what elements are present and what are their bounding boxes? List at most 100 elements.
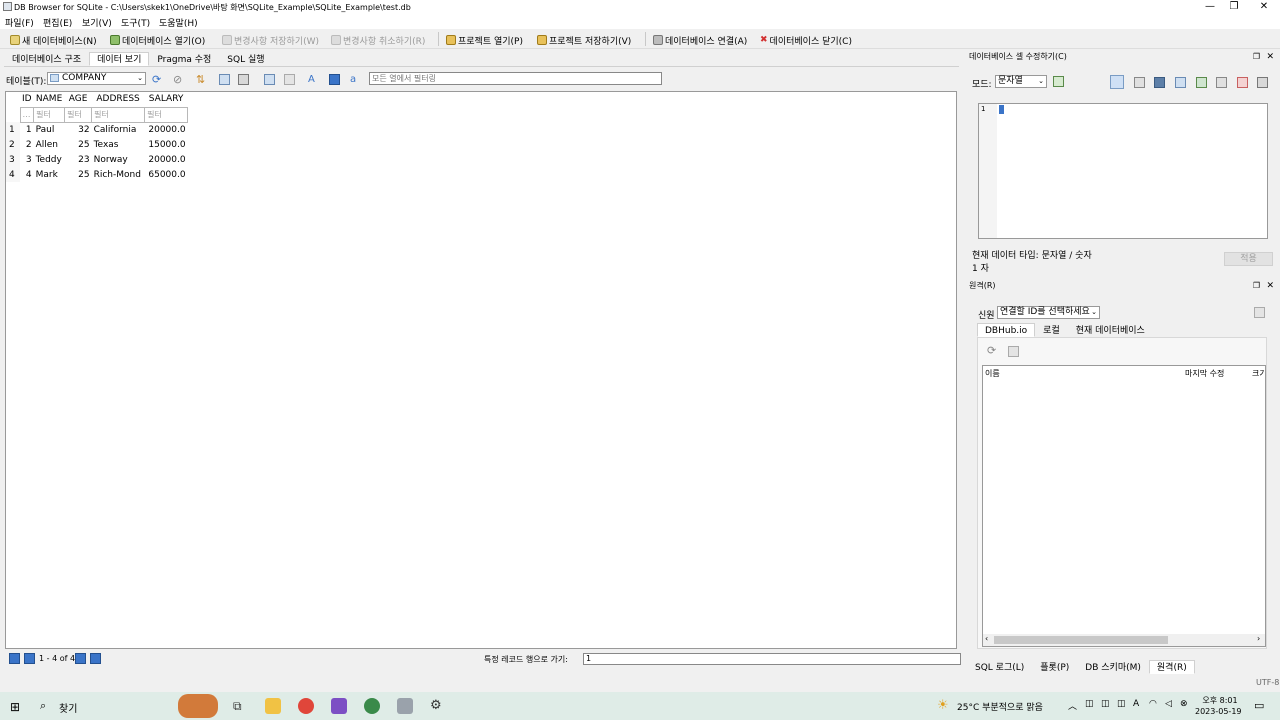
cell-id[interactable]: 1	[20, 122, 34, 137]
column-header-salary[interactable]: SALARY	[144, 92, 188, 107]
tab-database-structure[interactable]: 데이터베이스 구조	[4, 52, 89, 66]
tab-db-schema[interactable]: DB 스키마(M)	[1077, 660, 1149, 674]
taskbar-search-label[interactable]: 찾기	[59, 700, 77, 715]
tab-current-database[interactable]: 현재 데이터베이스	[1068, 323, 1153, 337]
ime-icon[interactable]: ⊗	[1180, 699, 1188, 709]
tab-edit-pragmas[interactable]: Pragma 수정	[149, 52, 219, 66]
task-view-icon[interactable]: ⧉	[233, 698, 249, 714]
settings-icon[interactable]: ⚙	[430, 698, 446, 714]
search-icon[interactable]: ⌕	[40, 699, 46, 713]
weather-text[interactable]: 25°C 부분적으로 맑음	[957, 700, 1043, 713]
cell-age[interactable]: 23	[65, 152, 92, 167]
print-icon[interactable]	[1257, 77, 1268, 88]
filter-all-columns-input[interactable]	[369, 72, 662, 85]
visual-studio-icon[interactable]	[331, 698, 347, 714]
cell-address[interactable]: California	[92, 122, 145, 137]
row-number[interactable]: 1	[6, 122, 20, 137]
corner-cell[interactable]	[6, 92, 20, 107]
cell-id[interactable]: 4	[20, 167, 34, 182]
column-header-name[interactable]: 이름	[985, 368, 1000, 379]
table-row[interactable]: 1 1 Paul 32 California 20000.0	[6, 122, 188, 137]
column-header-size[interactable]: 크기	[1252, 368, 1265, 379]
table-row[interactable]: 4 4 Mark 25 Rich-Mond 65000.0	[6, 167, 188, 182]
next-page-icon[interactable]	[75, 653, 86, 664]
mode-select[interactable]: 문자열 ⌄	[995, 75, 1047, 88]
cell-salary[interactable]: 20000.0	[145, 122, 188, 137]
db-browser-icon[interactable]	[397, 698, 413, 714]
column-header-id[interactable]: ID	[20, 92, 34, 107]
push-database-icon[interactable]	[1254, 307, 1265, 318]
close-database-button[interactable]: ✖ 데이터베이스 닫기(C)	[760, 33, 852, 47]
menu-help[interactable]: 도움말(H)	[159, 16, 198, 29]
horizontal-scrollbar[interactable]: ‹ ›	[983, 634, 1265, 646]
restore-button[interactable]: ❐	[1222, 0, 1246, 14]
tab-plot[interactable]: 플롯(P)	[1032, 660, 1077, 674]
cell-name[interactable]: Mark	[34, 167, 65, 182]
clone-icon[interactable]	[1008, 346, 1019, 357]
scroll-left-icon[interactable]: ‹	[985, 634, 988, 643]
tray-app-icon[interactable]: ◫	[1101, 699, 1110, 709]
filter-input-salary[interactable]: 필터	[144, 106, 189, 123]
open-project-button[interactable]: 프로젝트 열기(P)	[446, 33, 523, 47]
windows-start-icon[interactable]: ⊞	[10, 700, 20, 714]
scrollbar-thumb[interactable]	[994, 636, 1168, 644]
cell-salary[interactable]: 65000.0	[145, 167, 188, 182]
write-changes-button[interactable]: 변경사항 저장하기(W)	[222, 33, 319, 47]
save-project-button[interactable]: 프로젝트 저장하기(V)	[537, 33, 631, 47]
tab-execute-sql[interactable]: SQL 실행	[219, 52, 272, 66]
last-page-icon[interactable]	[90, 653, 101, 664]
cell-address[interactable]: Texas	[92, 137, 145, 152]
chrome-profile-icon[interactable]	[364, 698, 380, 714]
column-header-address[interactable]: ADDRESS	[91, 92, 145, 107]
export-icon[interactable]	[1175, 77, 1186, 88]
row-number[interactable]: 2	[6, 137, 20, 152]
menu-edit[interactable]: 편집(E)	[43, 16, 72, 29]
goto-record-input[interactable]: 1	[583, 653, 961, 665]
table-row[interactable]: 2 2 Allen 25 Texas 15000.0	[6, 137, 188, 152]
clock-date[interactable]: 2023-05-19	[1195, 707, 1242, 716]
new-database-button[interactable]: 새 데이터베이스(N)	[10, 33, 97, 47]
cell-id[interactable]: 3	[20, 152, 34, 167]
filter-input-age[interactable]: 필터	[64, 106, 93, 123]
auto-switch-mode-icon[interactable]	[1053, 76, 1064, 87]
table-select[interactable]: COMPANY ⌄	[47, 72, 146, 85]
column-header-name[interactable]: NAME	[33, 92, 65, 107]
indent-icon[interactable]	[1134, 77, 1145, 88]
open-database-button[interactable]: 데이터베이스 열기(O)	[110, 33, 205, 47]
attach-database-button[interactable]: 데이터베이스 연결(A)	[653, 33, 747, 47]
identity-select[interactable]: 연결할 ID를 선택하세요 ⌄	[997, 306, 1100, 319]
import-icon[interactable]	[1154, 77, 1165, 88]
cell-name[interactable]: Allen	[34, 137, 65, 152]
scroll-right-icon[interactable]: ›	[1257, 634, 1260, 643]
notification-icon[interactable]: ▭	[1254, 699, 1264, 712]
language-icon[interactable]: A	[1133, 699, 1139, 709]
delete-record-icon[interactable]	[284, 74, 295, 85]
clock-time[interactable]: 오후 8:01	[1200, 695, 1240, 706]
cell-name[interactable]: Paul	[34, 122, 65, 137]
clear-sort-icon[interactable]: ⇅	[196, 74, 207, 85]
refresh-icon[interactable]: ⟳	[987, 345, 998, 356]
clear-filters-icon[interactable]: ⊘	[173, 74, 184, 85]
tab-remote[interactable]: 원격(R)	[1148, 660, 1195, 674]
filter-input-id[interactable]: …	[19, 106, 35, 123]
menu-tools[interactable]: 도구(T)	[121, 16, 150, 29]
tab-browse-data[interactable]: 데이터 보기	[89, 52, 150, 66]
menu-view[interactable]: 보기(V)	[82, 16, 112, 29]
cell-editor[interactable]: 1	[978, 103, 1268, 239]
float-icon[interactable]: ❐	[1253, 50, 1260, 64]
set-null-icon[interactable]	[1196, 77, 1207, 88]
cell-age[interactable]: 25	[65, 167, 92, 182]
file-explorer-icon[interactable]	[265, 698, 281, 714]
close-icon[interactable]: ✕	[1266, 50, 1274, 64]
tab-dbhub[interactable]: DBHub.io	[977, 323, 1036, 337]
float-icon[interactable]: ❐	[1253, 279, 1260, 293]
table-row[interactable]: 3 3 Teddy 23 Norway 20000.0	[6, 152, 188, 167]
previous-page-icon[interactable]	[24, 653, 35, 664]
first-page-icon[interactable]	[9, 653, 20, 664]
cell-age[interactable]: 25	[65, 137, 92, 152]
tray-chevron-icon[interactable]: ︿	[1068, 699, 1077, 712]
find-replace-icon[interactable]	[329, 74, 340, 85]
close-button[interactable]: ✕	[1252, 0, 1276, 14]
cell-age[interactable]: 32	[65, 122, 92, 137]
tray-app-icon[interactable]: ◫	[1117, 699, 1126, 709]
